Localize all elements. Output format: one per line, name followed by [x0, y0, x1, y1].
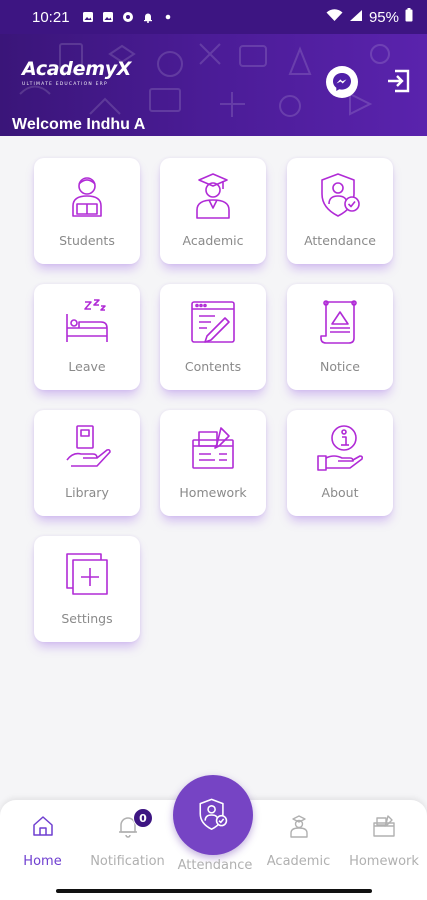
tile-about[interactable]: About [287, 410, 393, 516]
chrome-icon [122, 11, 134, 23]
tile-label: Academic [182, 233, 244, 248]
status-left: 10:21 [32, 9, 174, 26]
notice-icon [320, 300, 357, 344]
dot-icon [162, 11, 174, 23]
tile-label: Students [59, 233, 115, 248]
home-indicator[interactable] [56, 889, 372, 893]
logout-button[interactable] [386, 68, 412, 94]
messenger-icon [333, 73, 351, 91]
nav-homework[interactable]: Homework [341, 800, 427, 880]
homework-icon [373, 815, 395, 837]
gallery-icon [82, 11, 94, 23]
battery-icon [405, 8, 413, 26]
graduate-icon [196, 173, 230, 219]
tile-homework[interactable]: Homework [160, 410, 266, 516]
brand-name: AcademyX [22, 58, 132, 80]
nav-label: Homework [349, 854, 419, 869]
tile-label: Library [65, 485, 109, 500]
nav-home[interactable]: Home [0, 800, 85, 880]
attendance-icon [321, 173, 360, 217]
tile-students[interactable]: Students [34, 158, 140, 264]
about-icon [317, 425, 364, 471]
contents-icon [191, 301, 235, 343]
messenger-button[interactable] [326, 66, 358, 98]
tile-leave[interactable]: Leave [34, 284, 140, 390]
status-time: 10:21 [32, 8, 70, 26]
attendance-fab[interactable] [173, 775, 253, 855]
brand-tagline: ULTIMATE EDUCATION ERP [22, 82, 108, 87]
tile-label: Attendance [304, 233, 376, 248]
graduate-icon [289, 815, 308, 838]
status-right: 95% [326, 8, 413, 26]
tile-label: Notice [320, 359, 360, 374]
tile-academic[interactable]: Academic [160, 158, 266, 264]
battery-percent: 95% [368, 8, 399, 26]
tile-library[interactable]: Library [34, 410, 140, 516]
nav-notification[interactable]: Notification [85, 800, 170, 880]
wifi-icon [326, 8, 343, 26]
tile-label: Leave [68, 359, 106, 374]
welcome-text: Welcome Indhu A [12, 116, 146, 133]
gesture-bar [0, 886, 427, 900]
nav-label: Home [23, 854, 62, 869]
nav-label: Notification [90, 854, 165, 869]
library-icon [66, 425, 111, 467]
homework-icon [192, 427, 234, 469]
brand-logo: AcademyX ULTIMATE EDUCATION ERP [22, 58, 131, 87]
tile-attendance[interactable]: Attendance [287, 158, 393, 264]
student-icon [72, 177, 102, 217]
status-bar: 10:21 95% [0, 0, 427, 34]
tile-notice[interactable]: Notice [287, 284, 393, 390]
tile-settings[interactable]: Settings [34, 536, 140, 642]
attendance-icon [199, 798, 228, 830]
tile-label: About [321, 485, 359, 500]
home-icon [32, 816, 53, 836]
notification-icon [142, 11, 154, 23]
app-header: AcademyX ULTIMATE EDUCATION ERP Welcome … [0, 34, 427, 136]
gallery-icon [102, 11, 114, 23]
sleep-icon [66, 299, 108, 342]
signal-icon [349, 9, 363, 26]
tile-label: Contents [184, 359, 242, 374]
settings-icon [66, 553, 108, 595]
logout-icon [388, 69, 410, 93]
tile-label: Homework [179, 485, 247, 500]
tile-contents[interactable]: Contents [160, 284, 266, 390]
tile-label: Settings [61, 611, 113, 626]
nav-attendance-label[interactable]: Attendance [160, 858, 270, 873]
notification-badge: 0 [133, 808, 153, 828]
